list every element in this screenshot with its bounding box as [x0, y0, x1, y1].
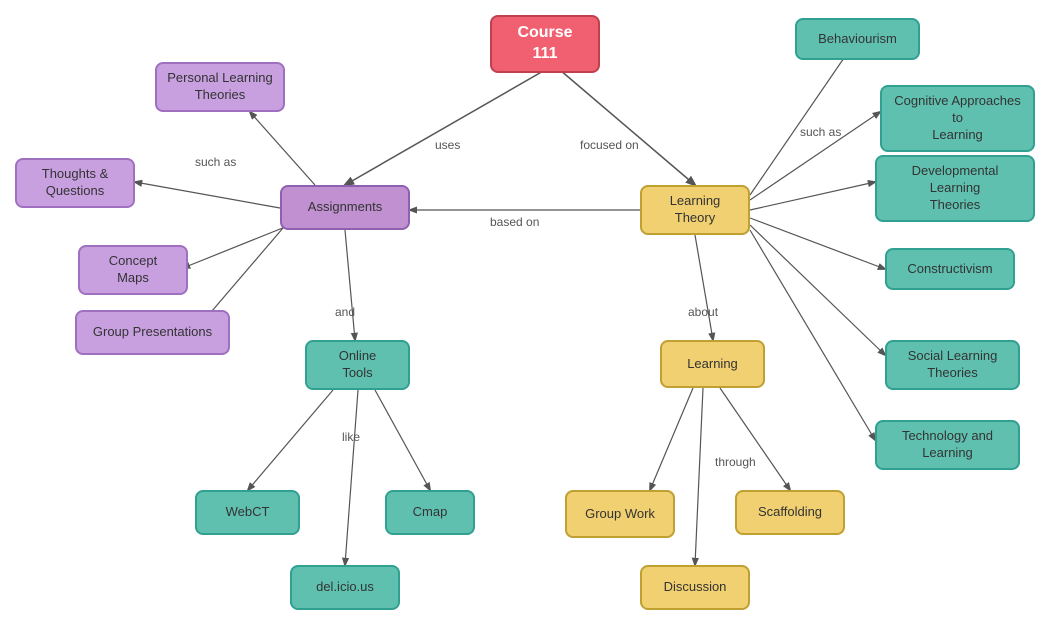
node-cmap: Cmap	[385, 490, 475, 535]
edge-label-8: through	[715, 455, 756, 469]
edge-label-0: uses	[435, 138, 460, 152]
edge-label-3: based on	[490, 215, 539, 229]
node-thoughtsQuestions: Thoughts &Questions	[15, 158, 135, 208]
node-webct: WebCT	[195, 490, 300, 535]
node-technologyLearning: Technology andLearning	[875, 420, 1020, 470]
edge-label-6: such as	[800, 125, 841, 139]
node-learningTheory: LearningTheory	[640, 185, 750, 235]
edge-label-1: focused on	[580, 138, 639, 152]
node-delicious: del.icio.us	[290, 565, 400, 610]
node-groupWork: Group Work	[565, 490, 675, 538]
mind-map: Course111 Assignments LearningTheory Person…	[0, 0, 1048, 634]
edge-label-2: such as	[195, 155, 236, 169]
node-developmentalLearning: Developmental LearningTheories	[875, 155, 1035, 222]
node-constructivism: Constructivism	[885, 248, 1015, 290]
node-cognitiveApproaches: Cognitive Approaches toLearning	[880, 85, 1035, 152]
node-assignments: Assignments	[280, 185, 410, 230]
node-course: Course111	[490, 15, 600, 73]
node-onlineTools: OnlineTools	[305, 340, 410, 390]
node-discussion: Discussion	[640, 565, 750, 610]
edge-label-4: and	[335, 305, 355, 319]
node-groupPresentations: Group Presentations	[75, 310, 230, 355]
edge-label-5: like	[342, 430, 360, 444]
node-conceptMaps: ConceptMaps	[78, 245, 188, 295]
node-personalLearning: Personal LearningTheories	[155, 62, 285, 112]
node-socialLearning: Social LearningTheories	[885, 340, 1020, 390]
node-learning: Learning	[660, 340, 765, 388]
node-behaviourism: Behaviourism	[795, 18, 920, 60]
node-scaffolding: Scaffolding	[735, 490, 845, 535]
edge-label-7: about	[688, 305, 718, 319]
